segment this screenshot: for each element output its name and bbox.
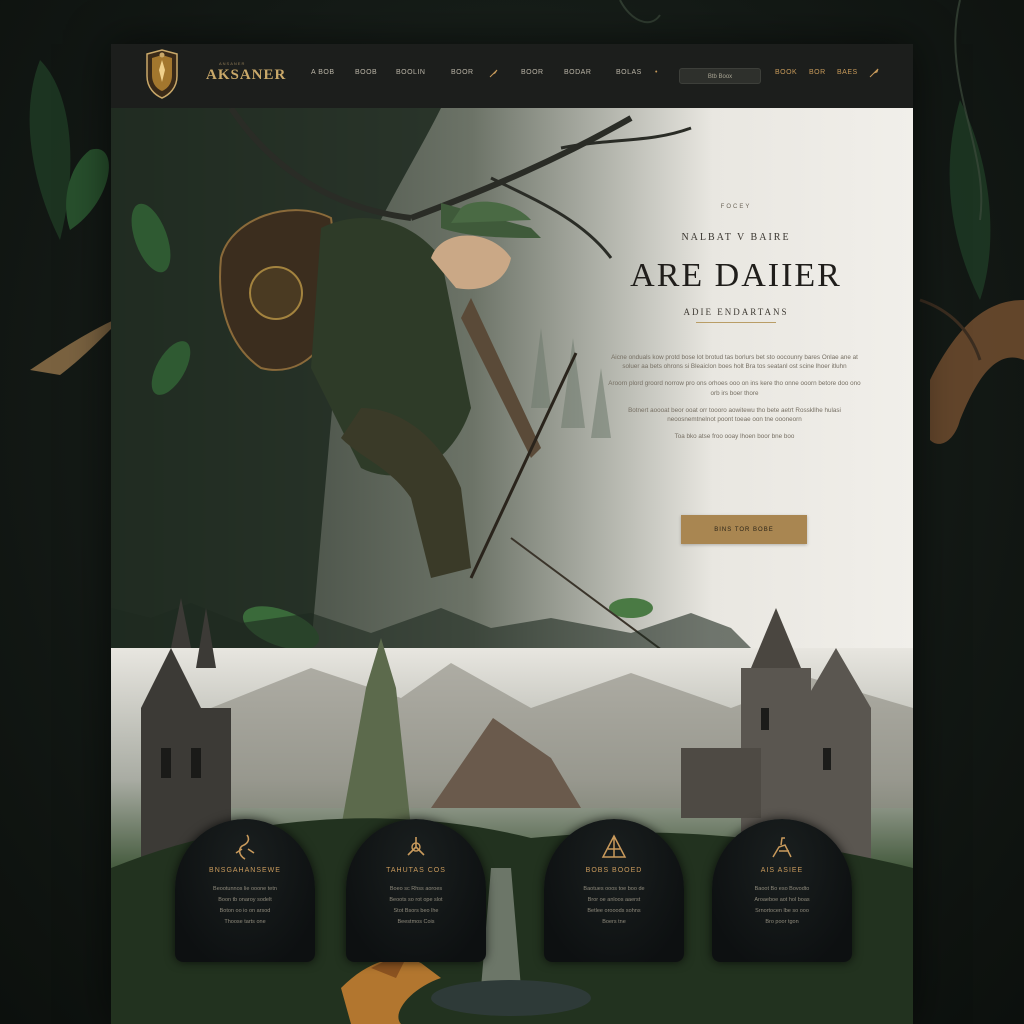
feature-text: Baoot Bo eso Bovodto	[754, 886, 810, 892]
feature-card[interactable]: TAHUTAS COS Boeo sc Rhss aoroes Beoots s…	[346, 819, 486, 962]
hero-title: ARE DAIIER	[630, 257, 842, 294]
feature-title: BOBS BOOED	[585, 867, 643, 874]
nav-link-6[interactable]: BODAR	[564, 69, 591, 76]
feature-text: Stot Bsors beo lhe	[393, 908, 439, 914]
feather-icon	[489, 69, 498, 78]
hero-subtitle: ADIE ENDARTANS	[591, 307, 881, 323]
feature-text: Bro poor tgon	[765, 919, 799, 925]
nav-right-link-3[interactable]: BAES	[837, 69, 858, 76]
feature-text: Beoots so rot ope slot	[389, 897, 443, 903]
feature-text: Betlee orooods sohns	[587, 908, 641, 914]
feature-card[interactable]: AIS ASIEE Baoot Bo eso Bovodto Aroaeboe …	[712, 819, 852, 962]
brand-name[interactable]: AKSANER	[206, 67, 286, 84]
hero-eyebrow: FOCEY	[720, 204, 752, 210]
nav-link-1[interactable]: A BOB	[311, 69, 335, 76]
pyramid-icon	[601, 834, 627, 858]
nav-right-link-2[interactable]: BOR	[809, 69, 826, 76]
brand-tagline: ANSANER	[219, 61, 246, 66]
feature-text: Bror oe anloos aaerst	[587, 897, 641, 903]
hero-description: Aicne onduals kow protd bose lot brotud …	[607, 353, 862, 441]
feature-text: Boeo sc Rhss aoroes	[389, 886, 443, 892]
nav-link-2[interactable]: BOOB	[355, 69, 377, 76]
feature-text: Beestmos Cois	[397, 919, 435, 925]
hero-copy: FOCEY NALBAT V BAIRE ARE DAIIER ADIE END…	[591, 204, 881, 449]
feature-text: Aroaeboe aot hol boas	[754, 897, 810, 903]
quill-icon[interactable]	[869, 68, 879, 78]
nav-dot-icon: •	[655, 69, 658, 76]
feature-card[interactable]: BOBS BOOED Baotues ooos toe boo de Bror …	[544, 819, 684, 962]
triskele-icon	[407, 837, 425, 856]
landing-page: ANSANER AKSANER A BOB BOOB BOOLIN BOOR B…	[111, 44, 913, 1024]
search-input[interactable]: Btb Boox	[679, 68, 761, 84]
hero-paragraph: Aroorn plord groord norrow pro ons orhoe…	[608, 380, 861, 397]
feature-text: Boon tb onaroy sodelt	[218, 897, 272, 903]
feature-card[interactable]: BNSGAHANSEWE Beootunnos lie ooone tetn B…	[175, 819, 315, 962]
top-navigation: ANSANER AKSANER A BOB BOOB BOOLIN BOOR B…	[111, 44, 913, 109]
hero-paragraph: Toa bko atse froo ooay lhoen boor bne bo…	[674, 433, 795, 441]
feature-text: Thoose tarts one	[224, 919, 266, 925]
nav-link-3[interactable]: BOOLIN	[396, 69, 425, 76]
nav-link-4[interactable]: BOOR	[451, 69, 474, 76]
feature-text: Srnortocen lbe so ooo	[755, 908, 809, 914]
shield-logo-icon[interactable]	[143, 48, 181, 100]
feature-text: Boers tne	[602, 919, 626, 925]
feature-title: AIS ASIEE	[760, 867, 804, 874]
nav-right-link-1[interactable]: BOOK	[775, 69, 797, 76]
hero-paragraph: Aicne onduals kow protd bose lot brotud …	[611, 354, 858, 371]
feature-text: Boton oo io on arsod	[219, 908, 271, 914]
feature-title: BNSGAHANSEWE	[209, 867, 281, 874]
nav-link-5[interactable]: BOOR	[521, 69, 544, 76]
scorpion-icon	[235, 834, 255, 860]
feature-title: TAHUTAS COS	[386, 867, 446, 874]
rider-icon	[772, 837, 792, 858]
hero-cta-button[interactable]: BINS TOR BOBE	[681, 515, 807, 544]
nav-link-7[interactable]: BOLAS	[616, 69, 642, 76]
feature-text: Baotues ooos toe boo de	[583, 886, 645, 892]
hero-kicker: NALBAT V BAIRE	[681, 232, 791, 243]
hero-paragraph: Botnert aoooat beor ooat orr toooro aowi…	[628, 406, 841, 424]
feature-text: Beootunnos lie ooone tetn	[213, 886, 277, 892]
